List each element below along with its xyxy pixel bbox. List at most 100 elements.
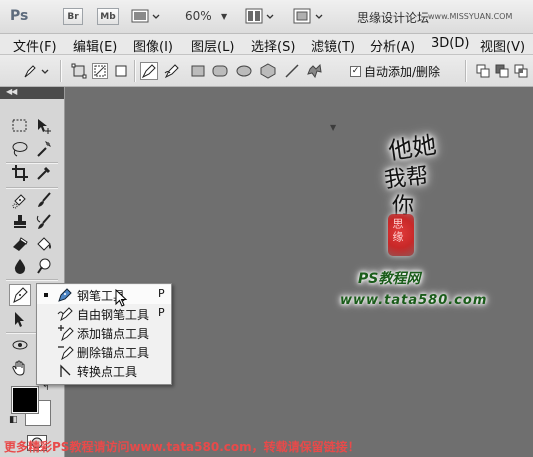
photoshop-logo: Ps xyxy=(10,8,29,24)
options-divider xyxy=(465,60,467,82)
tools-panel-header[interactable]: ◀◀ xyxy=(0,87,64,99)
crop-tool[interactable] xyxy=(9,162,31,184)
menu-layer[interactable]: 图层(L) xyxy=(191,36,234,55)
brush-icon xyxy=(38,192,51,207)
arrange-documents-icon xyxy=(245,8,274,24)
footer-note: 更多精彩PS教程请访问www.tata580.com，转载请保留链接！ xyxy=(4,440,360,454)
options-divider xyxy=(134,60,136,82)
freeform-pen-option-button[interactable] xyxy=(164,63,180,79)
stamp-icon xyxy=(14,215,26,228)
intersect-shapes-button[interactable] xyxy=(513,63,529,79)
shape-layers-icon xyxy=(71,63,87,79)
combine-shapes-button[interactable] xyxy=(475,63,491,79)
tool-preset-picker[interactable] xyxy=(22,63,49,79)
eraser-tool[interactable] xyxy=(9,233,31,255)
document-canvas[interactable] xyxy=(65,87,533,438)
auto-add-delete-option[interactable]: ✓ 自动添加/删除 xyxy=(350,63,440,80)
watermark-site-url: www.tata580.com xyxy=(340,293,488,308)
eyedropper-icon xyxy=(37,166,51,180)
eraser-icon xyxy=(13,237,28,251)
rounded-rectangle-icon xyxy=(212,65,228,77)
eyedropper-tool[interactable] xyxy=(33,162,55,184)
hand-icon xyxy=(12,360,25,376)
screen-mode-button[interactable] xyxy=(293,8,325,25)
tools-divider xyxy=(6,279,58,281)
collapse-panel-icon[interactable]: ◀◀ xyxy=(6,87,17,96)
menu-3d[interactable]: 3D(D) xyxy=(431,36,469,51)
blur-tool[interactable] xyxy=(9,255,31,277)
lasso-icon xyxy=(12,142,28,157)
dodge-icon xyxy=(37,258,51,274)
crop-icon xyxy=(12,165,28,181)
application-bar: Ps Br Mb 60% ▼ 思缘设计论坛 www.MISSYUAN.COM xyxy=(0,0,533,34)
ellipse-shape-button[interactable] xyxy=(236,63,252,79)
bandage-icon xyxy=(12,194,26,209)
clone-stamp-tool[interactable] xyxy=(9,211,31,233)
menu-view[interactable]: 视图(V) xyxy=(480,36,525,55)
magic-wand-tool[interactable] xyxy=(33,138,55,160)
auto-add-delete-checkbox[interactable]: ✓ xyxy=(350,66,361,77)
3d-rotate-icon xyxy=(12,340,28,350)
paint-bucket-icon xyxy=(37,237,51,251)
menu-filter[interactable]: 滤镜(T) xyxy=(311,36,355,55)
polygon-shape-button[interactable] xyxy=(260,63,276,79)
zoom-level[interactable]: 60% xyxy=(185,9,212,23)
menu-select[interactable]: 选择(S) xyxy=(251,36,295,55)
rectangular-marquee-icon xyxy=(12,119,27,132)
dodge-tool[interactable] xyxy=(33,255,55,277)
fill-pixels-icon xyxy=(115,65,127,77)
move-tool[interactable] xyxy=(33,115,55,137)
paths-icon xyxy=(94,65,106,77)
menu-file[interactable]: 文件(F) xyxy=(13,36,57,55)
tools-panel: ◀◀ ◧ ↰ xyxy=(0,87,65,457)
arrange-documents-button[interactable] xyxy=(245,8,275,25)
brush-tool[interactable] xyxy=(33,189,55,211)
history-brush-tool[interactable] xyxy=(33,211,55,233)
paint-bucket-tool[interactable] xyxy=(33,233,55,255)
ellipse-icon xyxy=(236,65,252,77)
marquee-tool[interactable] xyxy=(9,115,31,137)
rectangle-shape-button[interactable] xyxy=(190,63,206,79)
menu-bar: 文件(F) 编辑(E) 图像(I) 图层(L) 选择(S) 滤镜(T) 分析(A… xyxy=(0,34,533,55)
menu-edit[interactable]: 编辑(E) xyxy=(73,36,117,55)
options-divider xyxy=(60,60,62,82)
lasso-tool[interactable] xyxy=(9,138,31,160)
mini-bridge-button[interactable]: Mb xyxy=(97,8,119,25)
pen-icon xyxy=(141,64,156,79)
custom-shape-button[interactable] xyxy=(307,63,323,79)
intersect-shapes-icon xyxy=(514,64,528,78)
pen-tool-option-button[interactable] xyxy=(140,62,158,80)
view-extras-icon xyxy=(131,9,160,23)
3d-rotate-tool[interactable] xyxy=(9,334,31,356)
subtract-shapes-icon xyxy=(495,64,509,78)
paths-button[interactable] xyxy=(92,63,108,79)
path-selection-icon xyxy=(15,312,24,327)
site-title: 思缘设计论坛 xyxy=(357,11,430,25)
pen-tool[interactable] xyxy=(9,284,31,306)
bridge-button[interactable]: Br xyxy=(63,8,83,25)
line-shape-button[interactable] xyxy=(284,63,300,79)
foreground-color-swatch[interactable] xyxy=(11,386,39,414)
fill-pixels-button[interactable] xyxy=(113,63,129,79)
menu-analysis[interactable]: 分析(A) xyxy=(370,36,415,55)
selected-indicator-icon xyxy=(44,293,48,297)
menu-image[interactable]: 图像(I) xyxy=(133,36,173,55)
pen-icon xyxy=(13,287,28,303)
chevron-down-icon[interactable]: ▼ xyxy=(221,12,227,21)
hand-tool[interactable] xyxy=(9,357,31,379)
site-url: www.MISSYUAN.COM xyxy=(428,12,513,21)
options-bar: ▼ ✓ 自动添加/删除 xyxy=(0,55,533,132)
rounded-rectangle-shape-button[interactable] xyxy=(212,63,228,79)
path-selection-tool[interactable] xyxy=(9,308,31,330)
pen-icon xyxy=(24,65,49,78)
subtract-shapes-button[interactable] xyxy=(494,63,510,79)
view-extras-button[interactable] xyxy=(131,8,161,25)
shape-layers-button[interactable] xyxy=(71,63,87,79)
red-seal-stamp: 思缘 xyxy=(388,214,414,256)
watermark-site-name: PS教程网 xyxy=(358,271,421,287)
spot-healing-tool[interactable] xyxy=(9,189,31,211)
default-colors-icon[interactable]: ◧ xyxy=(9,415,18,425)
blur-drop-icon xyxy=(14,259,26,274)
polygon-icon xyxy=(260,63,276,79)
magic-wand-icon xyxy=(37,141,51,157)
